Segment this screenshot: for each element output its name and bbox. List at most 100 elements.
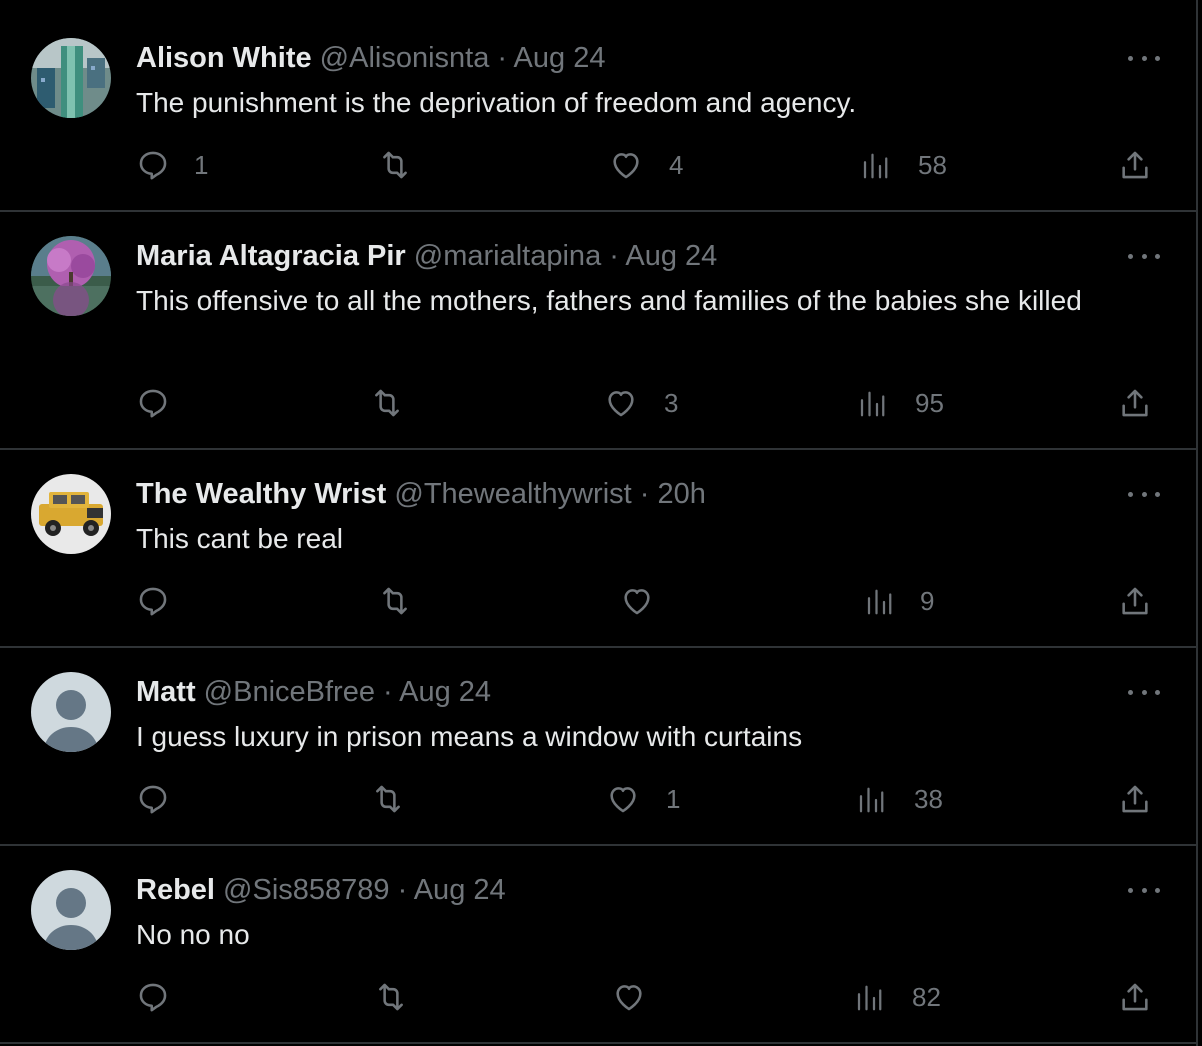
tweet-text: This cant be real [136,523,343,554]
share-button[interactable] [1118,782,1152,816]
tweet-header: Alison White @Alisonisnta · Aug 24 [136,40,605,76]
reply-icon [139,983,167,1012]
like-button[interactable] [612,980,646,1014]
avatar[interactable] [31,474,111,554]
author-handle[interactable]: @Alisonisnta [320,42,490,74]
share-button[interactable] [1118,980,1152,1014]
reply-button[interactable]: 1 [136,148,208,182]
tweet-header: Rebel @Sis858789 · Aug 24 [136,872,506,908]
share-icon [1122,983,1148,1011]
tweet-text: No no no [136,919,250,950]
replies-timeline: Alison White @Alisonisnta · Aug 24 The p… [0,0,1198,1046]
author-name[interactable]: Rebel [136,874,215,906]
reply-button[interactable] [136,980,170,1014]
reply-tweet[interactable]: Matt @BniceBfree · Aug 24 I guess luxury… [0,648,1196,846]
tweet-text: This offensive to all the mothers, fathe… [136,285,1082,316]
more-options-icon[interactable] [1128,251,1160,261]
views-icon [859,787,884,812]
like-button[interactable] [620,584,654,618]
reply-icon [139,389,167,418]
reply-icon [139,785,167,814]
more-options-icon[interactable] [1128,885,1160,895]
view-count: 38 [914,784,943,814]
author-name[interactable]: The Wealthy Wrist [136,478,386,510]
heart-icon [624,589,650,615]
share-icon [1122,587,1148,615]
reply-button[interactable] [136,584,170,618]
tweet-header: Matt @BniceBfree · Aug 24 [136,674,491,710]
author-name[interactable]: Maria Altagracia Pir [136,240,406,272]
separator-dot: · [389,874,414,906]
avatar[interactable] [31,236,111,316]
timestamp[interactable]: Aug 24 [625,240,717,272]
timestamp[interactable]: 20h [658,478,706,510]
reply-icon [139,587,167,616]
tweet-text: I guess luxury in prison means a window … [136,721,803,752]
like-button[interactable]: 3 [604,386,678,420]
like-button[interactable]: 4 [609,148,683,182]
author-name[interactable]: Alison White [136,42,312,74]
views-button[interactable]: 9 [864,586,934,617]
timestamp[interactable]: Aug 24 [514,42,606,74]
repost-icon [383,587,407,615]
reply-tweet[interactable]: Alison White @Alisonisnta · Aug 24 The p… [0,0,1196,212]
timestamp[interactable]: Aug 24 [414,874,506,906]
reply-icon [139,151,167,180]
author-handle[interactable]: @BniceBfree [204,676,375,708]
repost-icon [375,389,399,417]
view-count: 9 [920,586,935,616]
repost-button[interactable] [378,584,412,618]
views-button[interactable]: 38 [856,784,943,815]
views-button[interactable]: 58 [860,150,947,181]
tweet-text: The punishment is the deprivation of fre… [136,87,857,118]
tweet-header: Maria Altagracia Pir @marialtapina · Aug… [136,238,717,274]
repost-icon [376,785,400,813]
like-count: 3 [664,387,679,418]
more-options-icon[interactable] [1128,489,1160,499]
share-button[interactable] [1118,148,1152,182]
author-handle[interactable]: @Thewealthywrist [394,478,631,510]
views-icon [867,589,892,614]
author-handle[interactable]: @Sis858789 [223,874,390,906]
repost-button[interactable] [371,782,405,816]
view-count: 58 [918,150,947,180]
view-count: 95 [915,388,944,418]
more-options-icon[interactable] [1128,53,1160,63]
reply-tweet[interactable]: The Wealthy Wrist @Thewealthywrist · 20h… [0,450,1196,648]
share-icon [1122,151,1148,179]
heart-icon [613,153,639,179]
separator-dot: · [601,240,626,272]
avatar[interactable] [31,38,111,118]
share-icon [1122,785,1148,813]
separator-dot: · [374,676,400,708]
like-button[interactable]: 1 [606,782,680,816]
like-count: 4 [669,149,684,180]
reply-tweet[interactable]: Maria Altagracia Pir @marialtapina · Aug… [0,212,1196,450]
heart-icon [610,787,636,813]
view-count: 82 [912,982,941,1012]
separator-dot: · [489,42,514,74]
timestamp[interactable]: Aug 24 [399,676,491,708]
repost-button[interactable] [378,148,412,182]
reply-count: 1 [194,149,209,180]
repost-button[interactable] [370,386,404,420]
more-options-icon[interactable] [1128,687,1160,697]
views-icon [860,391,885,416]
share-button[interactable] [1118,386,1152,420]
views-button[interactable]: 82 [854,982,941,1013]
views-button[interactable]: 95 [857,388,944,419]
separator-dot: · [631,478,658,510]
author-name[interactable]: Matt [136,676,196,708]
like-count: 1 [666,783,681,814]
avatar[interactable] [31,870,111,950]
avatar[interactable] [31,672,111,752]
reply-button[interactable] [136,782,170,816]
share-button[interactable] [1118,584,1152,618]
reply-tweet[interactable]: Rebel @Sis858789 · Aug 24 No no no 82 [0,846,1196,1044]
repost-button[interactable] [374,980,408,1014]
repost-icon [379,983,403,1011]
views-icon [857,985,882,1010]
share-icon [1122,389,1148,417]
author-handle[interactable]: @marialtapina [414,240,601,272]
reply-button[interactable] [136,386,170,420]
